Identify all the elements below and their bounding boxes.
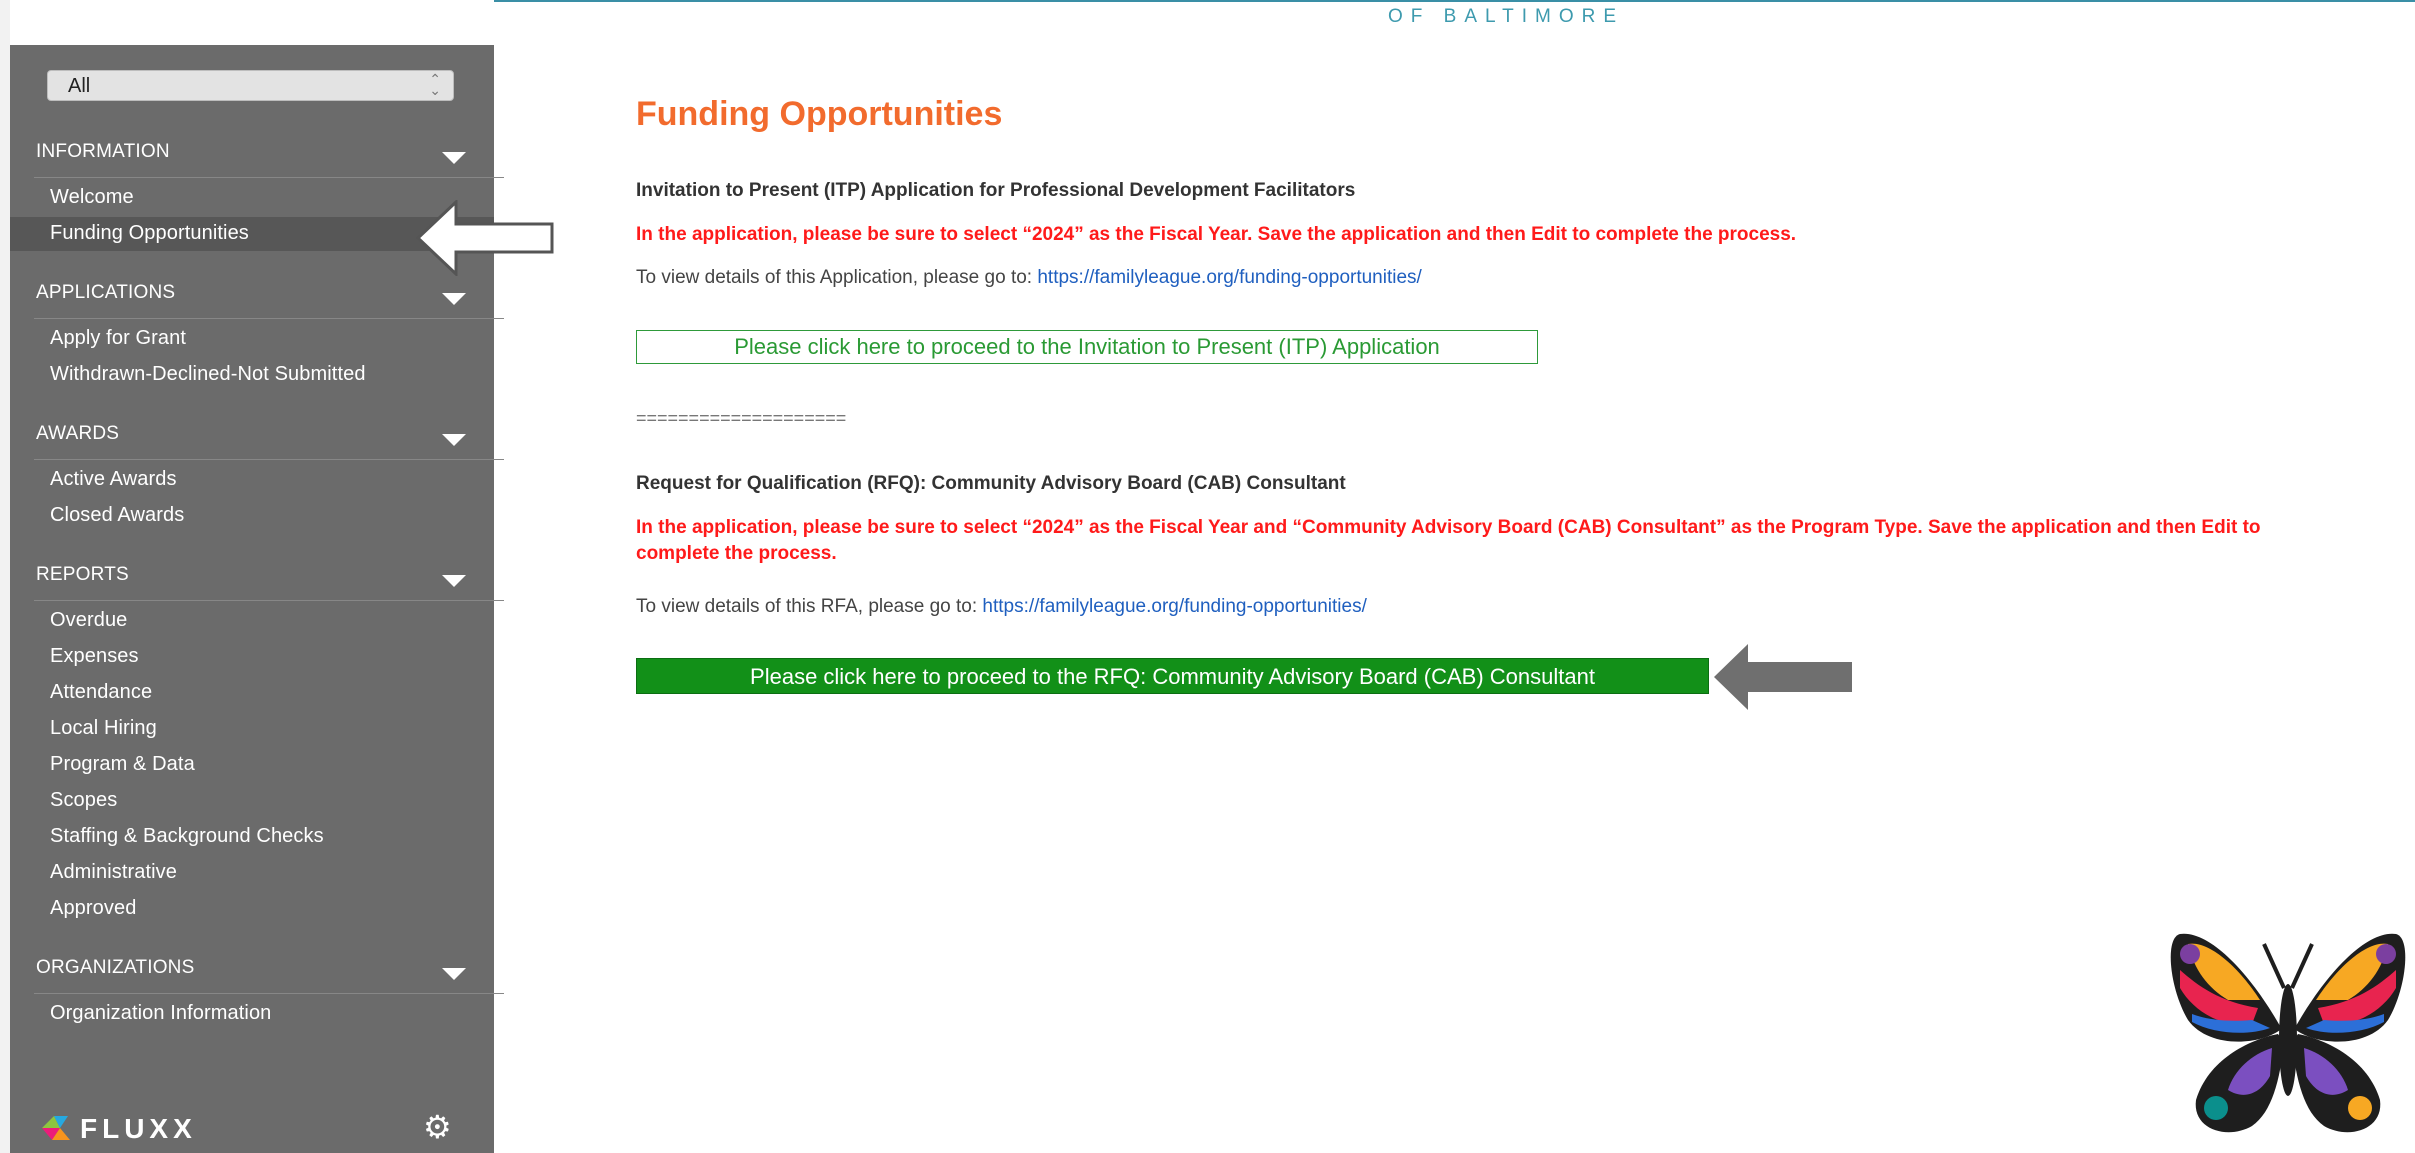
separator: ==================== <box>636 408 847 428</box>
sidebar-item-expenses[interactable]: Expenses <box>50 645 139 668</box>
divider <box>34 993 504 994</box>
sidebar-item-organization-information[interactable]: Organization Information <box>50 1002 271 1025</box>
rfq-details-link[interactable]: https://familyleague.org/funding-opportu… <box>982 596 1366 617</box>
fluxx-logo-icon <box>42 1116 70 1140</box>
itp-details: To view details of this Application, ple… <box>636 267 1422 289</box>
divider <box>34 318 504 319</box>
sidebar-item-overdue[interactable]: Overdue <box>50 609 127 632</box>
sidebar-item-apply-for-grant[interactable]: Apply for Grant <box>50 327 186 350</box>
sidebar-item-program-data[interactable]: Program & Data <box>50 753 195 776</box>
rfq-heading: Request for Qualification (RFQ): Communi… <box>636 473 1346 494</box>
section-collapse-icon[interactable] <box>442 293 466 305</box>
rfq-warning: In the application, please be sure to se… <box>636 517 2261 564</box>
itp-details-prefix: To view details of this Application, ple… <box>636 267 1038 288</box>
filter-select[interactable]: All ⌃ ⌄ <box>47 70 454 101</box>
section-applications[interactable]: APPLICATIONS <box>36 282 175 304</box>
sidebar-item-local-hiring[interactable]: Local Hiring <box>50 717 157 740</box>
sidebar-item-attendance[interactable]: Attendance <box>50 681 152 704</box>
page-title: Funding Opportunities <box>636 95 1003 133</box>
section-reports[interactable]: REPORTS <box>36 564 129 586</box>
sidebar-item-staffing[interactable]: Staffing & Background Checks <box>50 825 324 848</box>
rfq-proceed-button[interactable]: Please click here to proceed to the RFQ:… <box>636 658 1709 694</box>
section-collapse-icon[interactable] <box>442 968 466 980</box>
gear-icon[interactable]: ⚙ <box>423 1111 452 1143</box>
select-chevron-icon: ⌃ ⌄ <box>429 71 441 98</box>
sidebar-header-area <box>10 0 494 45</box>
sidebar-item-funding-opportunities[interactable]: Funding Opportunities <box>50 222 249 245</box>
filter-select-value: All <box>68 75 91 97</box>
sidebar-item-scopes[interactable]: Scopes <box>50 789 117 812</box>
sidebar-edge <box>0 0 10 1153</box>
sidebar-item-welcome[interactable]: Welcome <box>50 186 134 209</box>
section-collapse-icon[interactable] <box>442 434 466 446</box>
brand-subtitle: OF BALTIMORE <box>1388 6 1625 27</box>
pointer-arrow-icon <box>416 200 554 276</box>
divider <box>34 600 504 601</box>
section-collapse-icon[interactable] <box>442 152 466 164</box>
sidebar-item-administrative[interactable]: Administrative <box>50 861 177 884</box>
rfq-details-prefix: To view details of this RFA, please go t… <box>636 596 983 617</box>
sidebar-item-approved[interactable]: Approved <box>50 897 136 920</box>
sidebar-item-withdrawn[interactable]: Withdrawn-Declined-Not Submitted <box>50 363 366 386</box>
itp-warning: In the application, please be sure to se… <box>636 224 1797 245</box>
section-information[interactable]: INFORMATION <box>36 141 170 163</box>
fluxx-logo-text: FLUXX <box>80 1113 197 1144</box>
butterfly-logo-icon <box>2170 933 2406 1133</box>
divider <box>34 459 504 460</box>
sidebar-item-closed-awards[interactable]: Closed Awards <box>50 504 184 527</box>
pointer-arrow-icon <box>1714 644 1852 710</box>
section-organizations[interactable]: ORGANIZATIONS <box>36 957 194 979</box>
itp-details-link[interactable]: https://familyleague.org/funding-opportu… <box>1037 267 1421 288</box>
divider <box>34 177 504 178</box>
itp-heading: Invitation to Present (ITP) Application … <box>636 180 1356 201</box>
rfq-details: To view details of this RFA, please go t… <box>636 596 1367 618</box>
section-collapse-icon[interactable] <box>442 575 466 587</box>
itp-proceed-button[interactable]: Please click here to proceed to the Invi… <box>636 330 1538 364</box>
section-awards[interactable]: AWARDS <box>36 423 119 445</box>
sidebar-item-active-awards[interactable]: Active Awards <box>50 468 177 491</box>
